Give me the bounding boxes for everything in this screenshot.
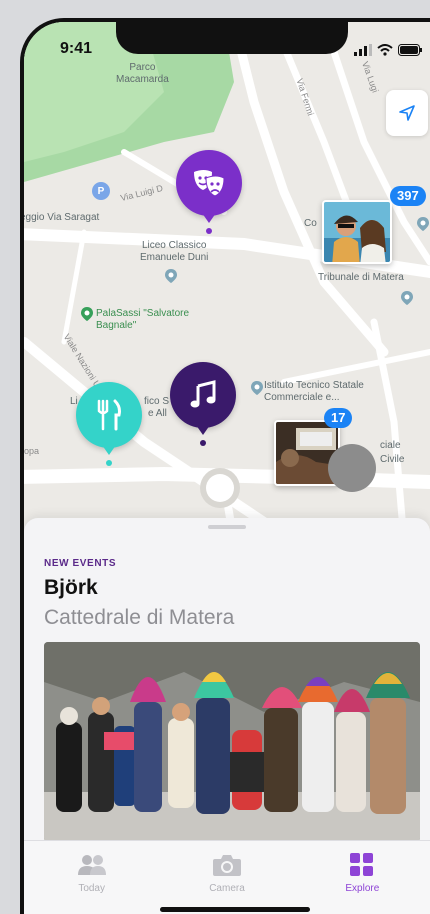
signal-icon <box>354 44 372 56</box>
home-indicator <box>160 907 310 912</box>
istituto-marker-icon[interactable] <box>250 380 264 396</box>
street-label: opa <box>24 446 39 456</box>
location-marker-icon[interactable] <box>164 268 178 284</box>
park-label-text: Parco Macamarda <box>116 62 169 85</box>
map-view[interactable]: Parco Macamarda Via Luigi D Viale Nazion… <box>24 22 430 542</box>
poi-saragat: eggio Via Saragat <box>24 212 99 224</box>
grid-icon <box>350 853 374 876</box>
poi-civile: Civile <box>380 454 404 466</box>
music-note-icon <box>170 362 236 428</box>
co-marker-icon[interactable] <box>416 216 430 232</box>
poi-fico-text: fico S <box>144 396 170 407</box>
music-event-pin[interactable] <box>170 362 236 446</box>
poi-co: Co <box>304 218 317 230</box>
theater-event-pin[interactable] <box>176 150 242 234</box>
event-venue: Cattedrale di Matera <box>44 606 235 629</box>
tab-camera-label: Camera <box>209 883 245 894</box>
fork-knife-icon <box>76 382 142 448</box>
tab-camera[interactable]: Camera <box>159 841 294 914</box>
food-event-pin[interactable] <box>76 382 142 466</box>
photo-thumbnail <box>324 202 390 262</box>
event-title[interactable]: Björk <box>44 576 98 600</box>
screen: Parco Macamarda Via Luigi D Viale Nazion… <box>24 22 430 914</box>
status-icons <box>354 44 422 56</box>
palasassi-marker-icon[interactable] <box>80 306 94 322</box>
poi-co-text: Co <box>304 218 317 229</box>
people-icon <box>77 855 106 875</box>
camera-icon <box>212 855 241 876</box>
carnival-photo <box>44 642 420 842</box>
photo-cluster-pin[interactable] <box>322 200 392 264</box>
tab-explore-label: Explore <box>345 883 380 894</box>
section-eyebrow: NEW EVENTS <box>44 558 117 569</box>
poi-istituto-text: Istituto Tecnico Statale Commerciale e..… <box>264 380 364 403</box>
poi-liceo-text: Liceo Classico Emanuele Duni <box>140 240 209 263</box>
device-frame: Parco Macamarda Via Luigi D Viale Nazion… <box>0 0 430 914</box>
poi-alle-text: e All <box>148 408 167 419</box>
tab-bar: Today Camera Explore <box>24 840 430 914</box>
event-photo[interactable] <box>44 642 420 842</box>
poi-liceo: Liceo Classico Emanuele Duni <box>140 240 208 264</box>
poi-civile-text: Civile <box>380 454 405 465</box>
poi-istituto: Istituto Tecnico Statale Commerciale e..… <box>264 380 364 404</box>
poi-tribunale-text: Tribunale di Matera <box>318 272 404 283</box>
poi-alle: e All <box>148 408 167 420</box>
parking-icon[interactable]: P <box>92 182 110 200</box>
photo-count-top-text: 397 <box>397 188 419 203</box>
park-label: Parco Macamarda <box>116 62 169 86</box>
wifi-icon <box>377 44 393 56</box>
status-time: 9:41 <box>60 40 93 57</box>
poi-fico: fico S <box>144 396 169 408</box>
street-opa-text: opa <box>24 446 40 456</box>
poi-tribunale: Tribunale di Matera <box>318 272 404 284</box>
poi-saragat-text: eggio Via Saragat <box>24 212 100 223</box>
sheet-grabber[interactable] <box>208 525 246 529</box>
photo-count-bottom-text: 17 <box>331 410 346 425</box>
poi-ciale: ciale <box>380 440 401 452</box>
theater-masks-icon <box>176 150 242 216</box>
photo-count-badge: 397 <box>390 186 426 206</box>
poi-palasassi: PalaSassi "Salvatore Bagnale" <box>96 308 189 332</box>
poi-palasassi-text: PalaSassi "Salvatore Bagnale" <box>96 308 190 331</box>
battery-icon <box>398 44 422 56</box>
tribunale-marker-icon[interactable] <box>400 290 414 306</box>
phone-bezel: Parco Macamarda Via Luigi D Viale Nazion… <box>20 18 430 914</box>
notch <box>116 22 348 54</box>
photo-count-badge-2: 17 <box>324 408 353 428</box>
tab-explore[interactable]: Explore <box>295 841 430 914</box>
location-arrow-icon <box>399 105 415 121</box>
tab-today[interactable]: Today <box>24 841 159 914</box>
map-drag-handle[interactable] <box>328 444 376 492</box>
poi-ciale-text: ciale <box>380 440 401 451</box>
locate-button[interactable] <box>386 90 428 136</box>
tab-today-label: Today <box>78 883 105 894</box>
